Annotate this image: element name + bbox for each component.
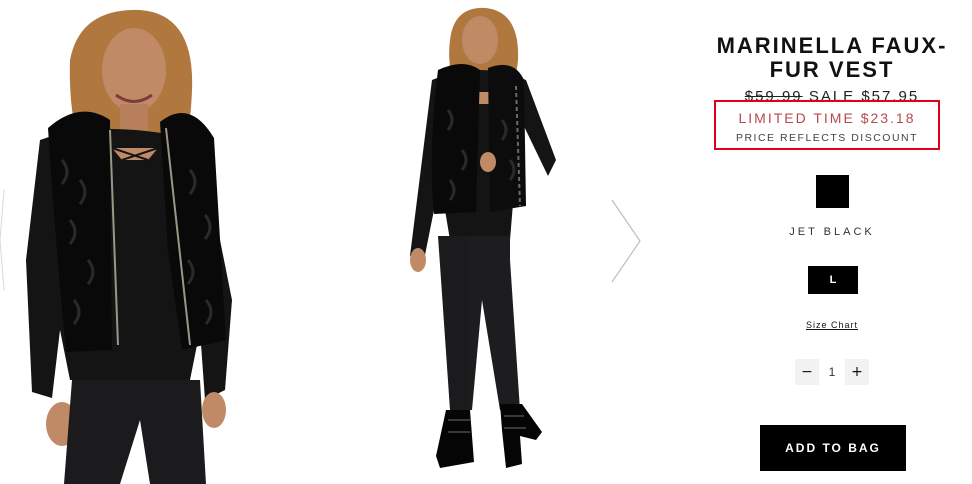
limited-time-label: LIMITED TIME — [738, 110, 855, 126]
product-gallery — [0, 0, 680, 484]
quantity-increase-button[interactable]: + — [845, 359, 869, 385]
discount-note: PRICE REFLECTS DISCOUNT — [735, 132, 919, 144]
color-swatch-jet-black[interactable] — [816, 175, 849, 208]
size-button-l[interactable]: L — [808, 266, 858, 294]
chevron-right-icon[interactable] — [606, 196, 646, 286]
product-photo-front[interactable] — [0, 0, 250, 484]
limited-time-price: LIMITED TIME $23.18 — [716, 110, 938, 126]
product-photo-full-body[interactable] — [370, 0, 570, 484]
product-details-panel: MARINELLA FAUX- FUR VEST $59.99 SALE $57… — [700, 0, 972, 484]
limited-time-value: $23.18 — [860, 110, 916, 126]
size-chart-link[interactable]: Size Chart — [700, 320, 964, 330]
quantity-decrease-button[interactable]: − — [795, 359, 819, 385]
quantity-value[interactable]: 1 — [819, 359, 845, 385]
product-title-line-2: FUR VEST — [769, 57, 895, 82]
add-to-bag-button[interactable]: ADD TO BAG — [760, 425, 906, 471]
color-name: JET BLACK — [789, 226, 875, 238]
product-title: MARINELLA FAUX- FUR VEST — [700, 34, 964, 82]
product-title-line-1: MARINELLA FAUX- — [716, 33, 948, 58]
limited-time-price-box: LIMITED TIME $23.18 PRICE REFLECTS DISCO… — [714, 100, 940, 150]
quantity-stepper: − 1 + — [795, 359, 871, 385]
